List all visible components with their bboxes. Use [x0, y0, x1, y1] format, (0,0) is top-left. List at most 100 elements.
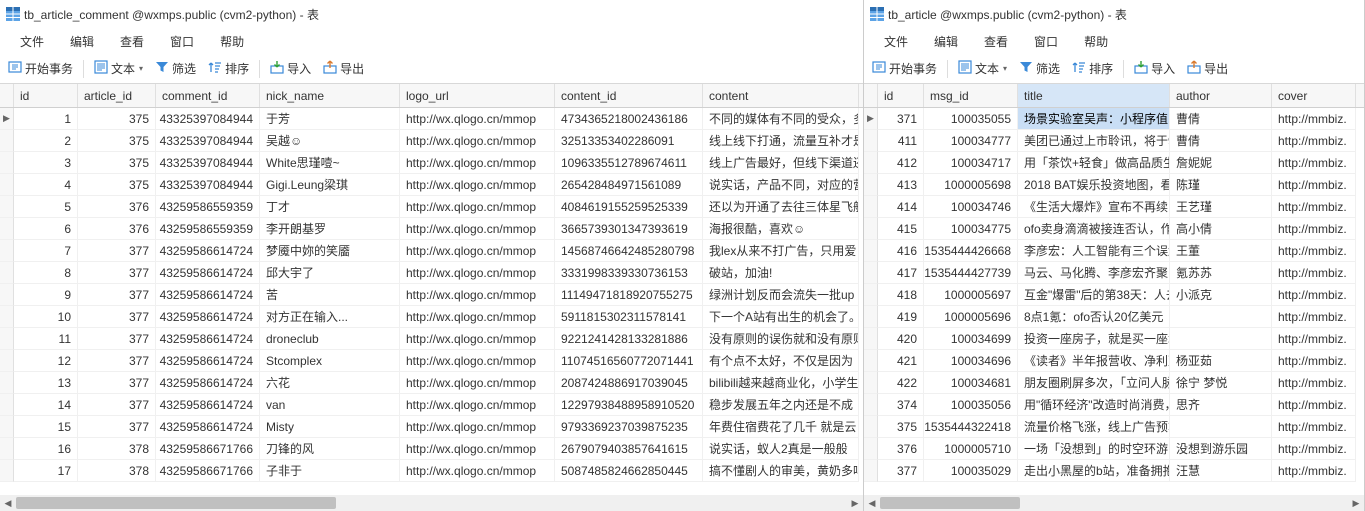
cell-id[interactable]: 418 [878, 284, 924, 306]
menu-窗口[interactable]: 窗口 [1022, 30, 1070, 53]
col-head-cover[interactable]: cover [1272, 84, 1356, 107]
cell-article_id[interactable]: 378 [78, 460, 156, 482]
cell-author[interactable]: 曹倩 [1170, 108, 1272, 130]
cell-title[interactable]: 流量价格飞涨，线上广告预算 [1018, 416, 1170, 438]
cell-content[interactable]: 绿洲计划反而会流失一批up [703, 284, 859, 306]
table-row[interactable]: 421100034696《读者》半年报营收、净利双杨亚茹http://mmbiz… [864, 350, 1364, 372]
cell-id[interactable]: 2 [14, 130, 78, 152]
col-head-nick_name[interactable]: nick_name [260, 84, 400, 107]
cell-logo_url[interactable]: http://wx.qlogo.cn/mmop [400, 372, 555, 394]
cell-id[interactable]: 419 [878, 306, 924, 328]
table-row[interactable]: 41310000056982018 BAT娱乐投资地图，看陈瑾http://mm… [864, 174, 1364, 196]
col-head-author[interactable]: author [1170, 84, 1272, 107]
menu-帮助[interactable]: 帮助 [208, 30, 256, 53]
cell-article_id[interactable]: 377 [78, 350, 156, 372]
cell-comment_id[interactable]: 43259586614724 [156, 350, 260, 372]
cell-content_id[interactable]: 979336923703987523​5 [555, 416, 703, 438]
cell-logo_url[interactable]: http://wx.qlogo.cn/mmop [400, 152, 555, 174]
cell-nick_name[interactable]: Misty [260, 416, 400, 438]
col-head-msg_id[interactable]: msg_id [924, 84, 1018, 107]
cell-logo_url[interactable]: http://wx.qlogo.cn/mmop [400, 174, 555, 196]
cell-content_id[interactable]: 9221241428133281886 [555, 328, 703, 350]
toolbar-export-button[interactable]: 导出 [1185, 58, 1230, 79]
cell-id[interactable]: 375 [878, 416, 924, 438]
cell-article_id[interactable]: 377 [78, 240, 156, 262]
left-scrollbar[interactable]: ◀ ▶ [0, 495, 863, 511]
menu-查看[interactable]: 查看 [972, 30, 1020, 53]
cell-content[interactable]: 说实话，产品不同，对应的营 [703, 174, 859, 196]
cell-logo_url[interactable]: http://wx.qlogo.cn/mmop [400, 130, 555, 152]
table-row[interactable]: 1737843259586671766子非于http://wx.qlogo.cn… [0, 460, 863, 482]
table-row[interactable]: 3751535444322418流量价格飞涨，线上广告预算http://mmbi… [864, 416, 1364, 438]
cell-article_id[interactable]: 376 [78, 218, 156, 240]
cell-nick_name[interactable]: 吴越☺ [260, 130, 400, 152]
toolbar-sort-button[interactable]: 排序 [1070, 58, 1115, 79]
cell-logo_url[interactable]: http://wx.qlogo.cn/mmop [400, 240, 555, 262]
cell-author[interactable]: 陈瑾 [1170, 174, 1272, 196]
cell-content_id[interactable]: 366573930134739361​9 [555, 218, 703, 240]
cell-logo_url[interactable]: http://wx.qlogo.cn/mmop [400, 306, 555, 328]
cell-author[interactable]: 没想到游乐园 [1170, 438, 1272, 460]
cell-cover[interactable]: http://mmbiz. [1272, 152, 1356, 174]
cell-cover[interactable]: http://mmbiz. [1272, 130, 1356, 152]
scroll-track[interactable] [16, 495, 847, 511]
cell-article_id[interactable]: 378 [78, 438, 156, 460]
table-row[interactable]: 837743259586614724邱大宇了http://wx.qlogo.cn… [0, 262, 863, 284]
toolbar-filter-button[interactable]: 筛选 [153, 58, 198, 79]
cell-msg_id[interactable]: 100034696 [924, 350, 1018, 372]
cell-nick_name[interactable]: Stcomplex [260, 350, 400, 372]
cell-content[interactable]: bilibili越来越商业化，小学生 [703, 372, 859, 394]
table-row[interactable]: 422100034681朋友圈刷屏多次，「立问人脉徐宁 梦悦http://mmb… [864, 372, 1364, 394]
cell-id[interactable]: 8 [14, 262, 78, 284]
cell-cover[interactable]: http://mmbiz. [1272, 108, 1356, 130]
cell-msg_id[interactable]: 100035029 [924, 460, 1018, 482]
cell-logo_url[interactable]: http://wx.qlogo.cn/mmop [400, 218, 555, 240]
menu-文件[interactable]: 文件 [8, 30, 56, 53]
cell-cover[interactable]: http://mmbiz. [1272, 284, 1356, 306]
cell-nick_name[interactable]: droneclub [260, 328, 400, 350]
cell-cover[interactable]: http://mmbiz. [1272, 262, 1356, 284]
cell-cover[interactable]: http://mmbiz. [1272, 438, 1356, 460]
cell-id[interactable]: 11 [14, 328, 78, 350]
cell-msg_id[interactable]: 1535444427739 [924, 262, 1018, 284]
cell-nick_name[interactable]: 邱大宇了 [260, 262, 400, 284]
cell-id[interactable]: 9 [14, 284, 78, 306]
cell-comment_id[interactable]: 43259586614724 [156, 284, 260, 306]
toolbar-filter-button[interactable]: 筛选 [1017, 58, 1062, 79]
cell-content_id[interactable]: 1107451656077207144​1 [555, 350, 703, 372]
cell-id[interactable]: 1 [14, 108, 78, 130]
cell-author[interactable]: 王艺瑾 [1170, 196, 1272, 218]
cell-id[interactable]: 16 [14, 438, 78, 460]
cell-content[interactable]: 说实话，蚁人2真是一般般 [703, 438, 859, 460]
table-row[interactable]: 337543325397084944White思瑾噎~http://wx.qlo… [0, 152, 863, 174]
cell-article_id[interactable]: 375 [78, 152, 156, 174]
col-head-id[interactable]: id [14, 84, 78, 107]
cell-title[interactable]: 场景实验室吴声：小程序值 [1018, 108, 1170, 130]
scroll-thumb[interactable] [880, 497, 1020, 509]
cell-title[interactable]: 用"循环经济"改造时尚消费， [1018, 394, 1170, 416]
cell-msg_id[interactable]: 1535444322418 [924, 416, 1018, 438]
table-row[interactable]: 420100034699投资一座房子，就是买一座城http://mmbiz. [864, 328, 1364, 350]
table-row[interactable]: 3761000005710一场「没想到」的时空环游，没想到游乐园http://m… [864, 438, 1364, 460]
cell-comment_id[interactable]: 43259586559359 [156, 196, 260, 218]
cell-cover[interactable]: http://mmbiz. [1272, 240, 1356, 262]
table-row[interactable]: 415100034775ofo卖身滴滴被接连否认，作高小倩http://mmbi… [864, 218, 1364, 240]
cell-content[interactable]: 下一个A站有出生的机会了。 [703, 306, 859, 328]
cell-article_id[interactable]: 377 [78, 416, 156, 438]
table-row[interactable]: 411100034777美团已通过上市聆讯，将于9曹倩http://mmbiz. [864, 130, 1364, 152]
cell-article_id[interactable]: 377 [78, 328, 156, 350]
cell-comment_id[interactable]: 43259586614724 [156, 328, 260, 350]
table-row[interactable]: 1537743259586614724Mistyhttp://wx.qlogo.… [0, 416, 863, 438]
cell-comment_id[interactable]: 43259586671766 [156, 460, 260, 482]
table-row[interactable]: 1637843259586671766刀锋的风http://wx.qlogo.c… [0, 438, 863, 460]
cell-logo_url[interactable]: http://wx.qlogo.cn/mmop [400, 262, 555, 284]
cell-logo_url[interactable]: http://wx.qlogo.cn/mmop [400, 196, 555, 218]
right-scrollbar[interactable]: ◀ ▶ [864, 495, 1364, 511]
cell-id[interactable]: 422 [878, 372, 924, 394]
cell-id[interactable]: 4 [14, 174, 78, 196]
cell-article_id[interactable]: 377 [78, 262, 156, 284]
cell-cover[interactable]: http://mmbiz. [1272, 306, 1356, 328]
cell-logo_url[interactable]: http://wx.qlogo.cn/mmop [400, 438, 555, 460]
cell-title[interactable]: 8点1氪：ofo否认20亿美元 [1018, 306, 1170, 328]
cell-msg_id[interactable]: 1000005696 [924, 306, 1018, 328]
